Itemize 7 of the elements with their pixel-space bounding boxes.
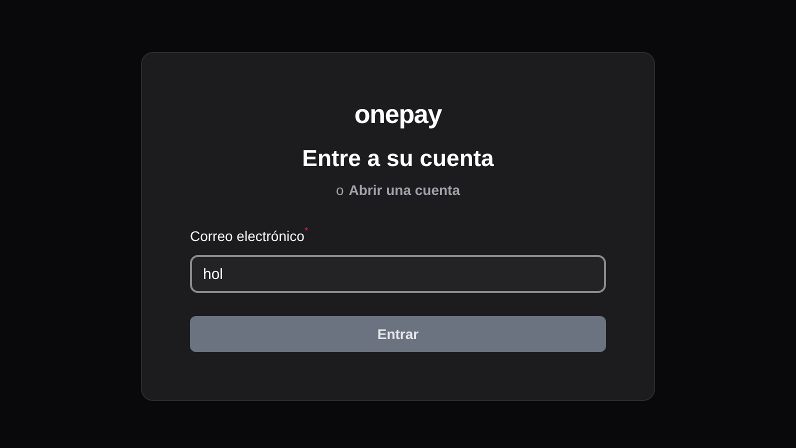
create-account-link[interactable]: Abrir una cuenta <box>348 181 460 199</box>
email-field[interactable]: hol <box>190 255 606 293</box>
page-title: Entre a su cuenta <box>302 144 494 173</box>
required-mark: * <box>304 227 308 237</box>
email-label: Correo electrónico <box>190 227 304 245</box>
subtitle-text: o <box>336 181 344 199</box>
logo: onepay <box>354 98 442 131</box>
